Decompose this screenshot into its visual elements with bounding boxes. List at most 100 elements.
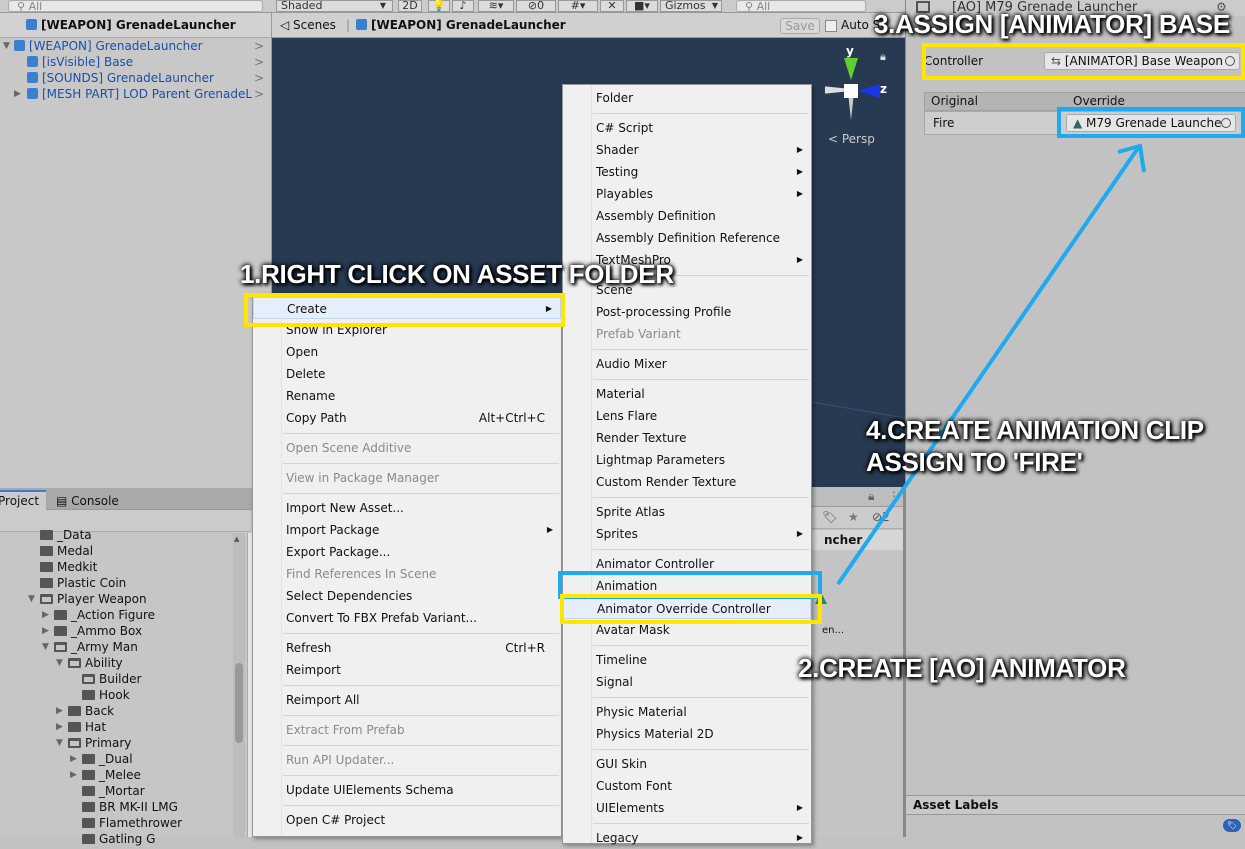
gizmo-z-axis[interactable]: [858, 84, 880, 98]
menu-item-update-uielements-schema[interactable]: Update UIElements Schema: [253, 779, 561, 801]
hierarchy-item[interactable]: [isVisible] Base >: [0, 54, 270, 70]
expand-arrow-icon[interactable]: ▼: [56, 735, 63, 751]
grid-icon[interactable]: #▾: [558, 0, 598, 12]
folder-tree-item[interactable]: ▶ Hat: [56, 719, 106, 735]
folder-tree-item[interactable]: BR MK-II LMG: [82, 799, 178, 815]
lighting-icon[interactable]: 💡: [428, 0, 450, 12]
camera-icon[interactable]: ■▾: [626, 0, 658, 12]
asset-name[interactable]: en...: [822, 625, 844, 636]
menu-item-sprite-atlas[interactable]: Sprite Atlas: [563, 501, 811, 523]
menu-item-assembly-definition-reference[interactable]: Assembly Definition Reference: [563, 227, 811, 249]
menu-item-timeline[interactable]: Timeline: [563, 649, 811, 671]
menu-item-playables[interactable]: Playables ▶: [563, 183, 811, 205]
chevron-right-icon[interactable]: >: [254, 38, 264, 54]
toggle-2d-button[interactable]: 2D: [398, 0, 422, 12]
favorite-icon[interactable]: ★: [848, 510, 859, 524]
menu-item-copy-path[interactable]: Copy Path Alt+Ctrl+C: [253, 407, 561, 429]
expand-arrow-icon[interactable]: ▼: [3, 38, 10, 54]
menu-item-material[interactable]: Material: [563, 383, 811, 405]
menu-item-reimport-all[interactable]: Reimport All: [253, 689, 561, 711]
expand-arrow-icon[interactable]: ▶: [70, 751, 77, 767]
perspective-label[interactable]: < Persp: [828, 132, 875, 146]
effects-icon[interactable]: ≋▾: [478, 0, 514, 12]
hierarchy-search[interactable]: ⚲ All: [8, 0, 263, 12]
folder-tree-item[interactable]: Gatling G: [82, 831, 155, 847]
menu-item-audio-mixer[interactable]: Audio Mixer: [563, 353, 811, 375]
folder-tree-item[interactable]: _Data: [40, 527, 92, 543]
folder-tree-item[interactable]: ▼ _Army Man: [42, 639, 138, 655]
menu-item-open[interactable]: Open: [253, 341, 561, 363]
folder-tree-item[interactable]: ▶ _Ammo Box: [42, 623, 142, 639]
tools-icon[interactable]: ✕: [600, 0, 624, 12]
folder-tree-item[interactable]: ▶ _Action Figure: [42, 607, 155, 623]
menu-item-folder[interactable]: Folder: [563, 87, 811, 109]
breadcrumb-prefab[interactable]: [WEAPON] GrenadeLauncher: [356, 13, 566, 38]
menu-item-signal[interactable]: Signal: [563, 671, 811, 693]
hierarchy-item[interactable]: [SOUNDS] GrenadeLauncher >: [0, 70, 270, 86]
folder-tree-item[interactable]: Flamethrower: [82, 815, 182, 831]
shading-dropdown[interactable]: Shaded ▼: [276, 0, 393, 12]
asset-label-tag-icon[interactable]: 🏷︎: [1223, 819, 1241, 832]
scrollbar-thumb[interactable]: [235, 663, 243, 743]
menu-item-reimport[interactable]: Reimport: [253, 659, 561, 681]
menu-item-custom-render-texture[interactable]: Custom Render Texture: [563, 471, 811, 493]
folder-tree-item[interactable]: ▶ _Melee: [70, 767, 141, 783]
menu-item-select-dependencies[interactable]: Select Dependencies: [253, 585, 561, 607]
folder-tree-item[interactable]: ▼ Player Weapon: [28, 591, 147, 607]
menu-item-custom-font[interactable]: Custom Font: [563, 775, 811, 797]
expand-arrow-icon[interactable]: ▼: [28, 591, 35, 607]
menu-item-refresh[interactable]: Refresh Ctrl+R: [253, 637, 561, 659]
folder-tree-item[interactable]: ▼ Ability: [56, 655, 123, 671]
menu-item-uielements[interactable]: UIElements ▶: [563, 797, 811, 819]
expand-arrow-icon[interactable]: ▶: [42, 623, 49, 639]
save-button[interactable]: Save: [780, 18, 820, 34]
expand-arrow-icon[interactable]: ▼: [56, 655, 63, 671]
expand-arrow-icon[interactable]: ▶: [42, 607, 49, 623]
menu-item-lightmap-parameters[interactable]: Lightmap Parameters: [563, 449, 811, 471]
menu-item-shader[interactable]: Shader ▶: [563, 139, 811, 161]
folder-tree-item[interactable]: ▶ _Dual: [70, 751, 133, 767]
hidden-packages-button[interactable]: ⊘2: [872, 510, 890, 524]
breadcrumb-scenes[interactable]: ◁ Scenes: [280, 13, 336, 38]
menu-item-render-texture[interactable]: Render Texture: [563, 427, 811, 449]
folder-tree-item[interactable]: _Mortar: [82, 783, 145, 799]
menu-item-c-script[interactable]: C# Script: [563, 117, 811, 139]
menu-item-legacy[interactable]: Legacy ▶: [563, 827, 811, 849]
folder-tree-item[interactable]: Medkit: [40, 559, 97, 575]
auto-save-checkbox[interactable]: [825, 20, 837, 32]
folder-tree-item[interactable]: ▼ Primary: [56, 735, 131, 751]
gizmo-y-axis[interactable]: [844, 58, 858, 80]
folder-tree-item[interactable]: Plastic Coin: [40, 575, 126, 591]
menu-item-rename[interactable]: Rename: [253, 385, 561, 407]
more-options-icon[interactable]: ⋮: [888, 489, 900, 503]
gizmo-center-cube[interactable]: [844, 84, 858, 98]
hierarchy-item[interactable]: ▼ [WEAPON] GrenadeLauncher >: [0, 38, 270, 54]
menu-item-lens-flare[interactable]: Lens Flare: [563, 405, 811, 427]
expand-arrow-icon[interactable]: ▶: [14, 86, 21, 102]
menu-item-import-package[interactable]: Import Package ▶: [253, 519, 561, 541]
menu-item-import-new-asset[interactable]: Import New Asset...: [253, 497, 561, 519]
menu-item-physics-material-2d[interactable]: Physics Material 2D: [563, 723, 811, 745]
folder-tree-item[interactable]: Builder: [82, 671, 141, 687]
scene-search[interactable]: ⚲ All: [736, 0, 866, 12]
folder-tree-item[interactable]: Hook: [82, 687, 130, 703]
hidden-objects-button[interactable]: ⊘0: [516, 0, 556, 12]
expand-arrow-icon[interactable]: ▶: [56, 719, 63, 735]
menu-item-testing[interactable]: Testing ▶: [563, 161, 811, 183]
menu-item-assembly-definition[interactable]: Assembly Definition: [563, 205, 811, 227]
chevron-right-icon[interactable]: >: [251, 86, 264, 102]
menu-item-sprites[interactable]: Sprites ▶: [563, 523, 811, 545]
lock-icon[interactable]: 🔒︎: [868, 489, 874, 504]
folder-tree-item[interactable]: Medal: [40, 543, 93, 559]
expand-arrow-icon[interactable]: ▼: [42, 639, 49, 655]
menu-item-export-package[interactable]: Export Package...: [253, 541, 561, 563]
hierarchy-item[interactable]: ▶ [MESH PART] LOD Parent GrenadeLa >: [0, 86, 270, 102]
menu-item-post-processing-profile[interactable]: Post-processing Profile: [563, 301, 811, 323]
chevron-right-icon[interactable]: >: [254, 70, 264, 86]
gizmos-dropdown[interactable]: Gizmos ▼: [660, 0, 722, 12]
expand-arrow-icon[interactable]: ▶: [56, 703, 63, 719]
menu-item-open-c-project[interactable]: Open C# Project: [253, 809, 561, 831]
label-filter-icon[interactable]: 🏷︎: [822, 510, 837, 524]
menu-item-delete[interactable]: Delete: [253, 363, 561, 385]
menu-item-physic-material[interactable]: Physic Material: [563, 701, 811, 723]
